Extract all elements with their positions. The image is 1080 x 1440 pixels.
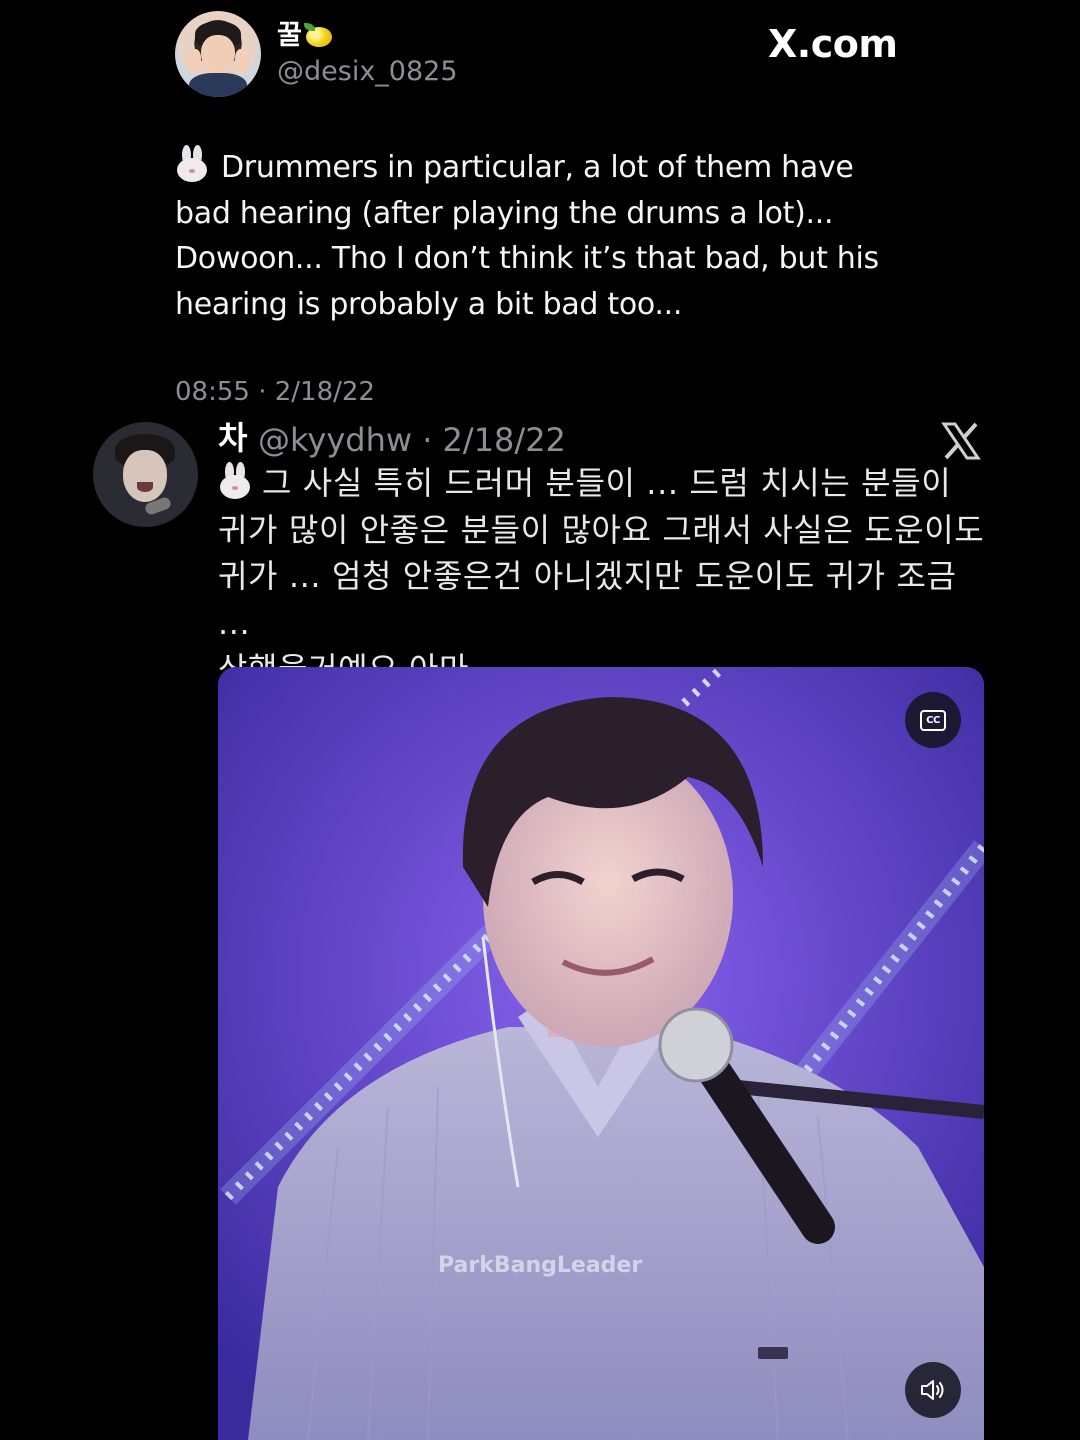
quoted-author-name[interactable]: 차 (218, 419, 247, 457)
captions-button[interactable]: CC (905, 692, 961, 748)
avatar-hand (235, 49, 249, 71)
author-handle[interactable]: @desix_0825 (277, 56, 458, 88)
avatar-face (123, 450, 167, 502)
avatar-face (201, 35, 235, 73)
avatar-shirt (189, 73, 247, 97)
quoted-line: 귀가 많이 안좋은 분들이 많아요 그래서 사실은 도운이도 (218, 510, 985, 549)
video-watermark: ParkBangLeader (438, 1253, 643, 1278)
tweet-line: Dowoon... Tho I don’t think it’s that ba… (175, 241, 879, 276)
sound-toggle-button[interactable] (905, 1362, 961, 1418)
author-name-text: 꿀 (277, 20, 302, 51)
rabbit-icon (175, 145, 209, 183)
avatar-mouth (137, 482, 153, 492)
author-display-name[interactable]: 꿀 (277, 20, 332, 52)
tweet-line: hearing is probably a bit bad too... (175, 286, 683, 322)
quoted-author-avatar[interactable] (93, 422, 198, 527)
author-avatar[interactable] (175, 11, 261, 97)
quoted-line: 그 사실 특히 드러머 분들이 ... 드럼 치시는 분들이 (218, 460, 998, 507)
tweet-line: Drummers in particular, a lot of them ha… (175, 145, 895, 191)
tweet-text: Drummers in particular, a lot of them ha… (175, 145, 895, 327)
quoted-tweet-text: 그 사실 특히 드러머 분들이 ... 드럼 치시는 분들이 귀가 많이 안좋은… (218, 460, 998, 693)
quoted-author-handle-date[interactable]: @kyydhw · 2/18/22 (258, 421, 566, 459)
x-brand-label: X.com (768, 22, 898, 66)
tweet-timestamp[interactable]: 08:55 · 2/18/22 (175, 376, 375, 408)
quoted-video[interactable]: ParkBangLeader (218, 667, 984, 1440)
speaker-icon (921, 1380, 944, 1400)
lemon-icon (303, 23, 332, 47)
quoted-line: 귀가 ... 엄청 안좋은건 아니겠지만 도운이도 귀가 조금 ... (218, 557, 957, 642)
tweet-line: bad hearing (after playing the drums a l… (175, 195, 834, 231)
rabbit-icon (218, 462, 254, 500)
closed-captions-icon: CC (920, 709, 946, 731)
avatar-hand (187, 49, 201, 71)
video-frame-illustration (218, 667, 984, 1440)
